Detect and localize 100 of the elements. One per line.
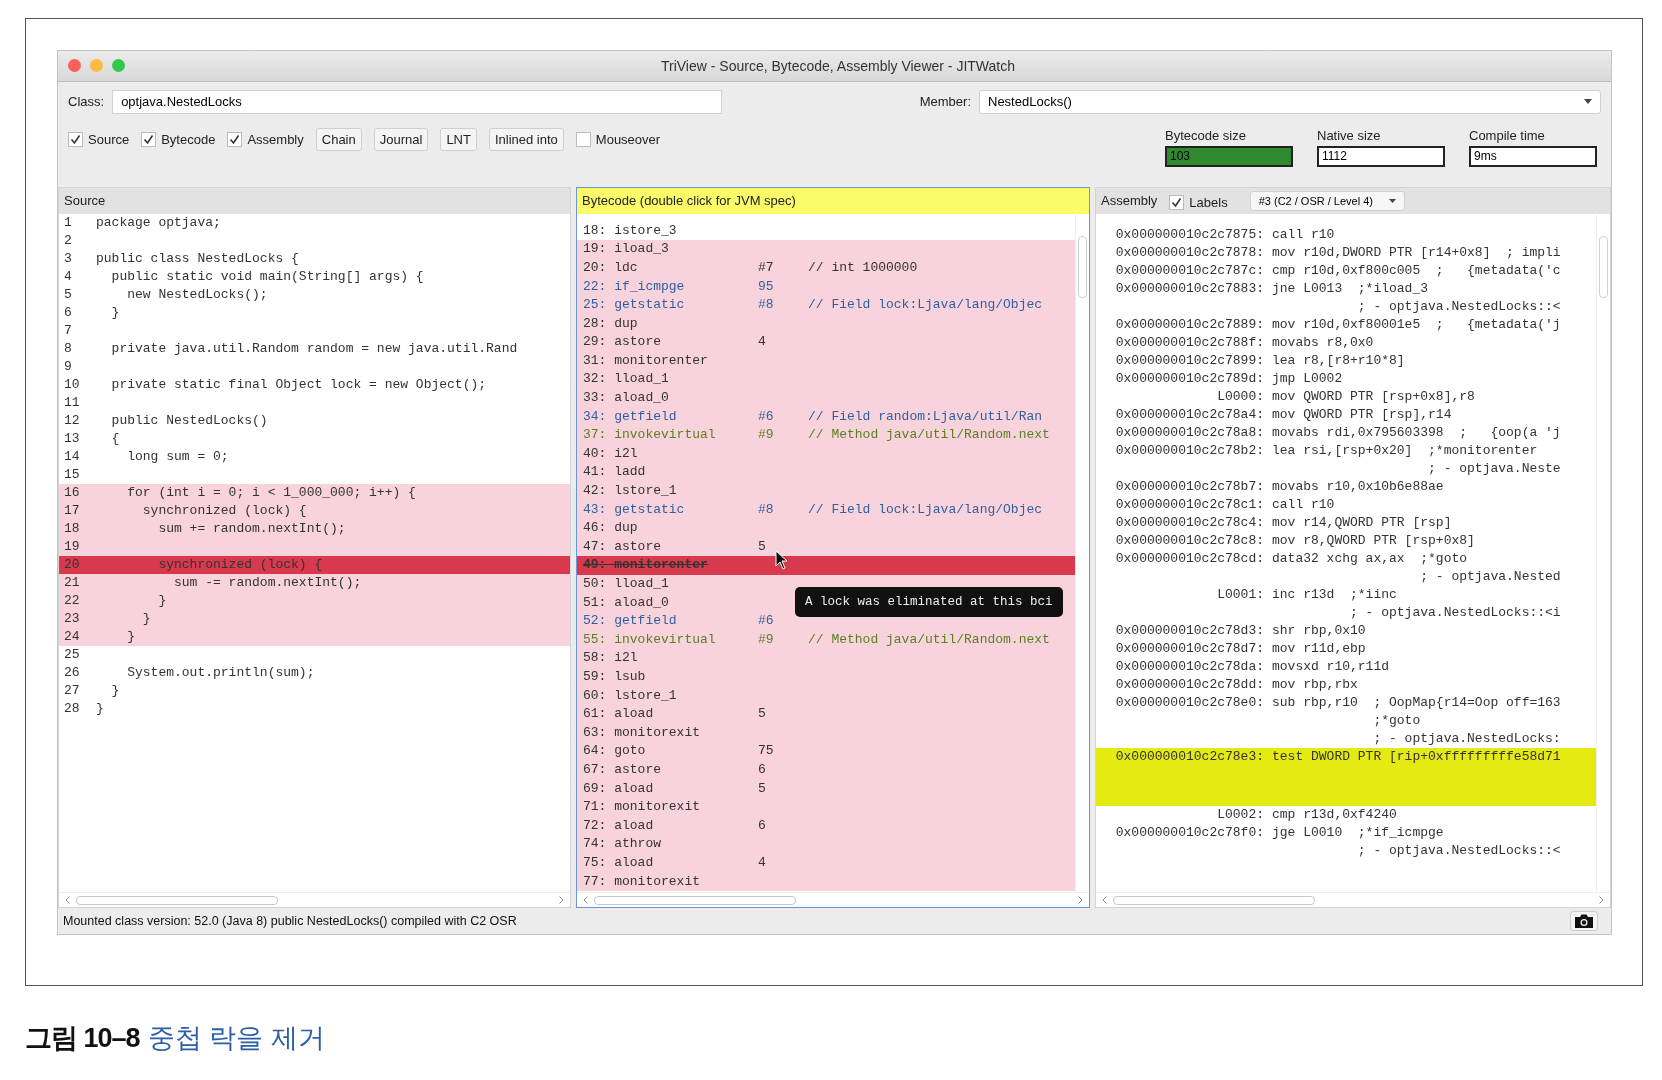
instruction-text: 31: monitorenter <box>583 351 709 370</box>
instruction-text: 42: lstore_1 <box>583 482 678 501</box>
instruction-text: cmp r10d,0xf800c005 ; {metadata('c <box>1271 261 1561 280</box>
instruction-text: 67: astore <box>583 760 662 779</box>
code-text: System.out.println(sum); <box>126 663 315 682</box>
instruction-text: 50: lload_1 <box>583 575 670 593</box>
scroll-left-icon[interactable] <box>1102 896 1107 905</box>
instruction-text: 49: monitorenter <box>583 556 709 575</box>
code-text: synchronized (lock) { <box>141 501 307 520</box>
address-text: 0x000000010c2c78e0: <box>1115 694 1264 710</box>
instruction-text: mov r8,QWORD PTR [rsp+0x8] <box>1271 531 1475 550</box>
toolbar-button[interactable]: Inlined into <box>488 127 564 151</box>
window-title: TriView - Source, Bytecode, Assembly Viewer - JITWatch <box>660 57 1016 74</box>
operand-text: #7 <box>758 258 775 277</box>
code-text: } <box>126 627 135 646</box>
code-text: sum -= random.nextInt(); <box>173 573 362 592</box>
operand-text: 5 <box>758 537 767 556</box>
code-text: synchronized (lock) { <box>157 555 323 574</box>
toolbar-button[interactable]: Journal <box>373 127 429 151</box>
code-text: long sum = 0; <box>126 447 229 466</box>
class-field[interactable]: optjava.NestedLocks <box>112 89 723 114</box>
operand-text: 5 <box>758 705 767 724</box>
line-number: 21 <box>63 573 81 592</box>
scroll-right-icon[interactable] <box>1599 896 1604 905</box>
instruction-text: 63: monitorexit <box>583 723 702 742</box>
checkbox[interactable]: Bytecode <box>141 131 216 147</box>
address-text: 0x000000010c2c78f0: <box>1115 824 1264 840</box>
address-text: 0x000000010c2c788f: <box>1115 334 1264 350</box>
member-dropdown[interactable]: NestedLocks() <box>979 89 1601 114</box>
camera-button[interactable] <box>1570 911 1598 932</box>
checkbox[interactable]: Assembly <box>227 131 304 147</box>
caret-icon <box>1584 99 1592 105</box>
code-text: new NestedLocks(); <box>126 285 268 304</box>
instruction-text: ; - optjava.NestedLocks::<i <box>1349 603 1561 622</box>
scroll-right-icon[interactable] <box>559 896 564 905</box>
instruction-text: movabs r10,0x10b6e88ae <box>1271 477 1444 496</box>
compilation-dropdown[interactable]: #3 (C2 / OSR / Level 4) <box>1249 190 1405 211</box>
scroll-left-icon[interactable] <box>583 896 588 905</box>
instruction-text: ; - optjava.Neste <box>1427 459 1561 478</box>
instruction-text: 71: monitorexit <box>583 798 702 817</box>
comment-text: // Method java/util/Random.next <box>808 630 1050 649</box>
toolbar-button[interactable]: LNT <box>440 127 477 151</box>
instruction-text: 25: getstatic <box>583 296 686 315</box>
instruction-text: 55: invokevirtual <box>583 630 717 649</box>
toolbar-button[interactable]: Chain <box>315 127 362 151</box>
line-number: 10 <box>63 375 81 394</box>
line-number: 18 <box>63 519 81 538</box>
address-text: 0x000000010c2c78e3: <box>1115 748 1264 764</box>
instruction-text: 72: aload <box>583 816 655 835</box>
scroll-left-icon[interactable] <box>65 896 70 905</box>
instruction-text: mov r11d,ebp <box>1271 639 1366 658</box>
checkbox[interactable]: Source <box>68 131 130 147</box>
address-text: 0x000000010c2c78c8: <box>1115 532 1264 548</box>
instruction-text: 47: astore <box>583 537 662 556</box>
line-number: 12 <box>63 411 81 430</box>
comment-text: // Field random:Ljava/util/Ran <box>808 407 1043 426</box>
instruction-text: 60: lstore_1 <box>583 686 678 705</box>
line-number: 22 <box>63 591 81 610</box>
instruction-text: mov r10d,DWORD PTR [r14+0x8] ; impli <box>1271 243 1561 262</box>
comment-text: // Field lock:Ljava/lang/Objec <box>808 296 1043 315</box>
code-text: public NestedLocks() <box>110 411 268 430</box>
status-text: Mounted class version: 52.0 (Java 8) public NestedLocks() compiled with C2 OSR <box>63 914 517 929</box>
scroll-right-icon[interactable] <box>1078 896 1083 905</box>
camera-icon <box>1574 913 1594 930</box>
instruction-text: 61: aload <box>583 705 655 724</box>
instruction-text: 32: lload_1 <box>583 370 670 389</box>
instruction-text: ; - optjava.NestedLocks::< <box>1356 841 1561 860</box>
address-text: 0x000000010c2c78c4: <box>1115 514 1264 530</box>
instruction-text: 58: i2l <box>583 649 639 668</box>
checkbox[interactable]: Labels <box>1169 195 1228 211</box>
metric-label: Native size <box>1317 127 1382 143</box>
instruction-text: lea r8,[r8+r10*8] <box>1271 351 1405 370</box>
instruction-text: 28: dup <box>583 314 639 333</box>
instruction-text: inc r13d ;*iinc <box>1271 585 1397 604</box>
figure-label: 그림 10–8 <box>25 1022 140 1055</box>
instruction-text: 19: iload_3 <box>583 240 670 259</box>
instruction-text: mov QWORD PTR [rsp],r14 <box>1271 405 1452 424</box>
instruction-text: 75: aload <box>583 853 655 872</box>
instruction-text: 46: dup <box>583 519 639 538</box>
maximize-button[interactable] <box>112 59 125 73</box>
code-text: public class NestedLocks { <box>96 249 299 268</box>
metric-label: Bytecode size <box>1165 127 1247 143</box>
close-button[interactable] <box>68 59 81 73</box>
address-text: 0x000000010c2c78dd: <box>1115 676 1264 692</box>
class-label: Class: <box>68 94 105 110</box>
metric-value: 103 <box>1165 145 1293 167</box>
check-icon <box>143 133 155 145</box>
instruction-text: movsxd r10,r11d <box>1271 657 1390 676</box>
checkbox[interactable]: Mouseover <box>575 131 661 147</box>
address-text: 0x000000010c2c7889: <box>1115 316 1264 332</box>
operand-text: #8 <box>758 296 775 315</box>
line-number: 14 <box>63 447 81 466</box>
operand-text: 75 <box>758 742 775 761</box>
instruction-text: data32 xchg ax,ax ;*goto <box>1271 549 1468 568</box>
code-text: private java.util.Random random = new java.util.Rand <box>110 339 518 358</box>
address-text: L0002: <box>1217 806 1264 822</box>
instruction-text: test DWORD PTR [rip+0xfffffffffe58d71 <box>1271 747 1561 766</box>
instruction-text: 64: goto <box>583 742 647 761</box>
code-text: sum += random.nextInt(); <box>157 519 346 538</box>
instruction-text: jge L0010 ;*if_icmpge <box>1271 823 1444 842</box>
